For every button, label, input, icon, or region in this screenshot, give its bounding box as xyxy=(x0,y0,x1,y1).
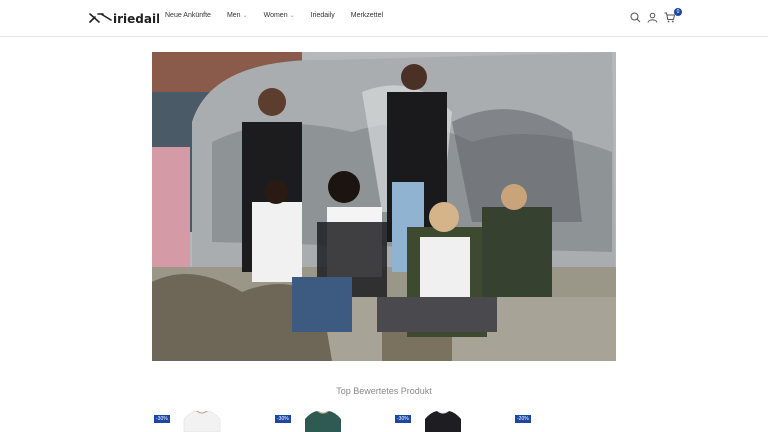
hero-banner[interactable] xyxy=(152,52,616,361)
nav-label: Neue Ankünfte xyxy=(165,12,211,19)
discount-badge: -30% xyxy=(275,415,291,423)
product-image xyxy=(305,411,341,432)
nav-item-new-arrivals[interactable]: Neue Ankünfte xyxy=(165,12,211,19)
nav-label: Men xyxy=(226,12,241,19)
chevron-down-icon: ⌄ xyxy=(289,13,295,19)
logo-image: iriedaily xyxy=(89,12,159,26)
nav-item-women[interactable]: Women ⌄ xyxy=(264,12,295,19)
user-icon[interactable] xyxy=(646,11,659,24)
nav-item-men[interactable]: Men ⌄ xyxy=(227,12,248,19)
page: iriedaily Neue Ankünfte Men⌄ Women⌄ Irie… xyxy=(0,0,768,432)
section-title: Top Bewertetes Produkt xyxy=(336,386,432,396)
search-icon[interactable] xyxy=(629,11,642,24)
svg-text:iriedaily: iriedaily xyxy=(113,12,159,26)
nav-item-wishlist[interactable]: Merkzettel xyxy=(351,12,383,19)
discount-badge: -30% xyxy=(395,415,411,423)
hero-image xyxy=(152,52,616,361)
product-card[interactable]: -30% xyxy=(273,411,373,432)
product-card[interactable]: -30% xyxy=(393,411,493,432)
nav-label: Women xyxy=(263,12,288,19)
chevron-down-icon: ⌄ xyxy=(242,13,248,19)
logo[interactable]: iriedaily xyxy=(89,8,159,28)
product-image xyxy=(425,411,461,432)
site-header: iriedaily Neue Ankünfte Men⌄ Women⌄ Irie… xyxy=(0,0,768,37)
nav-label: Merkzettel xyxy=(350,12,384,19)
nav-item-iriedaily[interactable]: Iriedaily xyxy=(311,12,335,19)
product-image xyxy=(183,411,221,432)
nav-label: Iriedaily xyxy=(310,12,335,19)
discount-badge: -20% xyxy=(515,415,531,423)
main-nav: Neue Ankünfte Men ⌄ Women ⌄ Iriedaily Merk… xyxy=(165,12,399,19)
product-card[interactable]: -20% xyxy=(513,411,613,432)
discount-badge: -30% xyxy=(154,415,170,423)
header-icons: 0 xyxy=(629,8,682,24)
cart-icon[interactable]: 0 xyxy=(663,8,682,24)
product-card[interactable]: -30% xyxy=(152,411,252,432)
cart-count-badge: 0 xyxy=(674,8,682,16)
